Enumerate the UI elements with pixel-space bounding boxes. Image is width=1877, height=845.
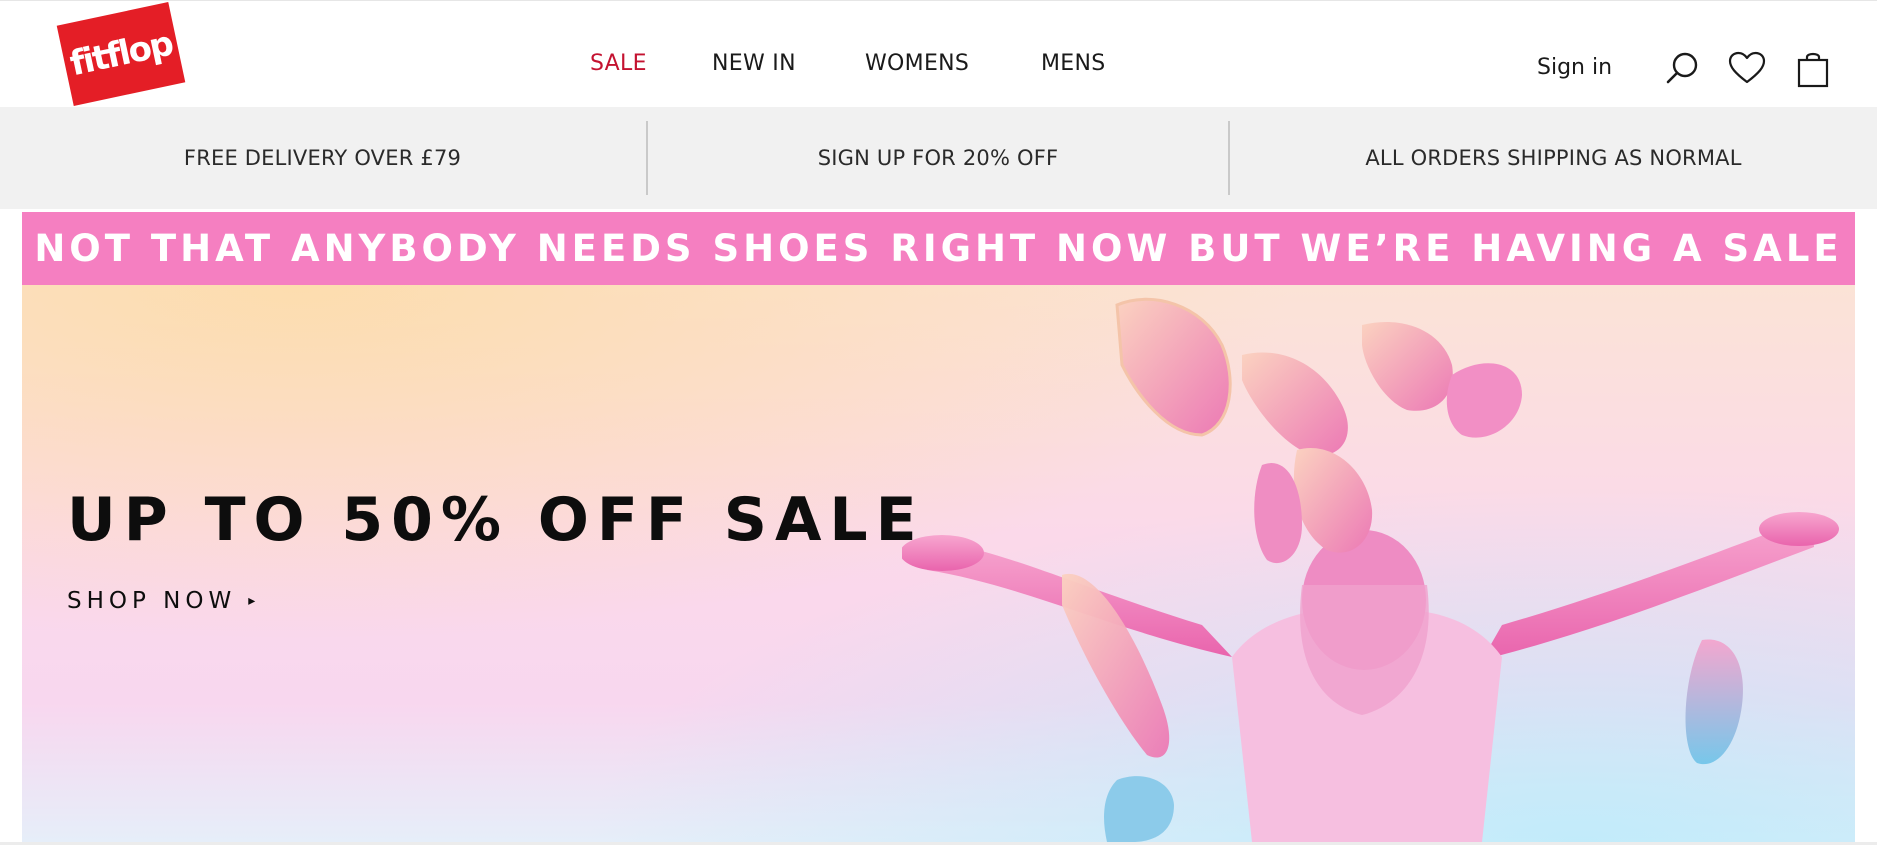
nav-item-mens[interactable]: MENS <box>1041 51 1106 76</box>
usp-free-delivery[interactable]: FREE DELIVERY OVER £79 <box>0 107 645 209</box>
sign-in-link[interactable]: Sign in <box>1537 55 1612 80</box>
nav-item-sale[interactable]: SALE <box>590 51 647 76</box>
usp-shipping-status[interactable]: ALL ORDERS SHIPPING AS NORMAL <box>1230 107 1877 209</box>
hero-image <box>902 297 1839 842</box>
promo-strip[interactable]: NOT THAT ANYBODY NEEDS SHOES RIGHT NOW B… <box>22 212 1855 285</box>
shop-now-label: SHOP NOW <box>67 588 237 614</box>
chevron-right-icon: ▸ <box>248 593 261 609</box>
promo-strip-text: NOT THAT ANYBODY NEEDS SHOES RIGHT NOW B… <box>34 227 1843 270</box>
shopping-bag-icon[interactable] <box>1793 49 1833 89</box>
nav-item-new-in[interactable]: NEW IN <box>712 51 796 76</box>
wishlist-heart-icon[interactable] <box>1727 49 1767 89</box>
account-tools: Sign in <box>1537 49 1877 89</box>
nav-item-womens[interactable]: WOMENS <box>865 51 969 76</box>
shop-now-link[interactable]: SHOP NOW ▸ <box>67 588 260 614</box>
site-header: fitflop SALE NEW IN WOMENS MENS Sign in <box>0 0 1877 107</box>
search-icon[interactable] <box>1663 49 1703 89</box>
hero-banner[interactable]: UP TO 50% OFF SALE SHOP NOW ▸ <box>22 285 1855 842</box>
hero-title: UP TO 50% OFF SALE <box>67 485 925 555</box>
usp-signup-offer[interactable]: SIGN UP FOR 20% OFF <box>648 107 1228 209</box>
usp-bar: FREE DELIVERY OVER £79 SIGN UP FOR 20% O… <box>0 107 1877 209</box>
